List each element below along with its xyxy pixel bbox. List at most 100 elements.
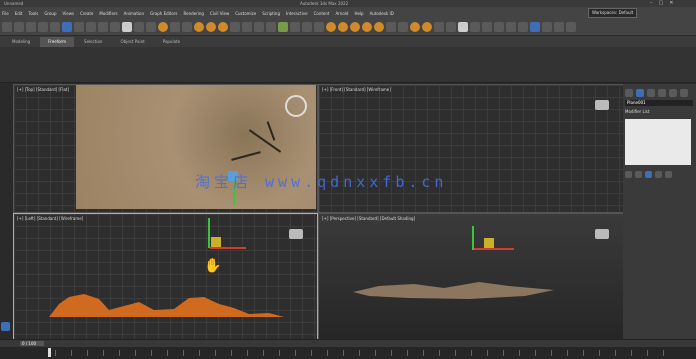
rotate-icon[interactable]: [134, 22, 144, 32]
configure-sets-icon[interactable]: [665, 171, 672, 178]
render-setup-icon[interactable]: [338, 22, 348, 32]
bind-spacewarp-icon[interactable]: [50, 22, 60, 32]
placement-icon[interactable]: [158, 22, 168, 32]
motion-tab-icon[interactable]: [658, 89, 666, 97]
window-crossing-icon[interactable]: [110, 22, 120, 32]
menu-item-help[interactable]: Help: [354, 9, 363, 19]
workspace-selector[interactable]: Workspaces: Default: [588, 8, 637, 18]
modify-tab-icon[interactable]: [636, 89, 644, 97]
show-end-result-icon[interactable]: [635, 171, 642, 178]
viewcube-icon[interactable]: [595, 100, 609, 110]
select-object-icon[interactable]: [74, 22, 84, 32]
viewport-layout-icon[interactable]: [1, 322, 10, 331]
menu-item-graph-editors[interactable]: Graph Editors: [150, 9, 177, 19]
arnold-icon[interactable]: [410, 22, 420, 32]
remove-modifier-icon[interactable]: [655, 171, 662, 178]
menu-item-interactive[interactable]: Interactive: [286, 9, 308, 19]
viewport-label[interactable]: [+] [Perspective] [Standard] [Default Sh…: [322, 216, 415, 221]
viewport-front[interactable]: [+] [Front] [Standard] [Wireframe]: [318, 84, 624, 213]
menu-item-tools[interactable]: Tools: [28, 9, 38, 19]
viewcube-icon[interactable]: [289, 229, 303, 239]
gizmo-y-axis[interactable]: [472, 226, 474, 250]
track-bar[interactable]: [0, 347, 696, 359]
menu-item-civil-view[interactable]: Civil View: [210, 9, 229, 19]
fluid-icon[interactable]: [566, 22, 576, 32]
scene-explorer-icon[interactable]: [470, 22, 480, 32]
civil-view-icon[interactable]: [542, 22, 552, 32]
pivot-center-icon[interactable]: [182, 22, 192, 32]
menu-item-group[interactable]: Group: [44, 9, 56, 19]
menu-item-file[interactable]: File: [2, 9, 9, 19]
selection-filter-icon[interactable]: [62, 22, 72, 32]
menu-item-arnold[interactable]: Arnold: [335, 9, 348, 19]
align-icon[interactable]: [266, 22, 276, 32]
gizmo-y-axis[interactable]: [208, 218, 210, 248]
viewport-label[interactable]: [+] [Top] [Standard] [Flat]: [17, 87, 69, 92]
scale-icon[interactable]: [146, 22, 156, 32]
angle-snap-icon[interactable]: [206, 22, 216, 32]
gizmo-x-axis[interactable]: [474, 248, 514, 250]
ribbon-tab-populate[interactable]: Populate: [155, 37, 188, 47]
link-icon[interactable]: [26, 22, 36, 32]
mirror-icon[interactable]: [254, 22, 264, 32]
percent-snap-icon[interactable]: [218, 22, 228, 32]
gizmo-x-axis[interactable]: [210, 247, 246, 249]
snap-toggle-icon[interactable]: [194, 22, 204, 32]
menu-item-customize[interactable]: Customize: [235, 9, 256, 19]
menu-item-edit[interactable]: Edit: [15, 9, 23, 19]
menu-item-modifiers[interactable]: Modifiers: [99, 9, 117, 19]
move-icon[interactable]: [122, 22, 132, 32]
display-tab-icon[interactable]: [669, 89, 677, 97]
max-creation-graph-icon[interactable]: [554, 22, 564, 32]
viewport-label[interactable]: [+] [Front] [Standard] [Wireframe]: [322, 87, 391, 92]
unlink-icon[interactable]: [38, 22, 48, 32]
make-unique-icon[interactable]: [645, 171, 652, 178]
spinner-snap-icon[interactable]: [230, 22, 240, 32]
named-selection-icon[interactable]: [242, 22, 252, 32]
camera-icon[interactable]: [446, 22, 456, 32]
arnold-render-icon[interactable]: [422, 22, 432, 32]
frame-counter[interactable]: 0 / 100: [20, 341, 44, 346]
object-name-field[interactable]: Plane001: [625, 100, 693, 106]
rendered-frame-icon[interactable]: [350, 22, 360, 32]
undo-icon[interactable]: [2, 22, 12, 32]
help-icon[interactable]: [458, 22, 468, 32]
sweep-icon[interactable]: [494, 22, 504, 32]
select-by-name-icon[interactable]: [86, 22, 96, 32]
modifier-stack[interactable]: [625, 119, 691, 165]
light-icon[interactable]: [434, 22, 444, 32]
menu-item-content[interactable]: Content: [314, 9, 330, 19]
region-select-icon[interactable]: [98, 22, 108, 32]
render-cloud-icon[interactable]: [386, 22, 396, 32]
render-icon[interactable]: [362, 22, 372, 32]
populate-icon[interactable]: [518, 22, 528, 32]
gizmo-plane-handle[interactable]: [484, 238, 494, 248]
menu-item-rendering[interactable]: Rendering: [184, 9, 204, 19]
ribbon-tab-modeling[interactable]: Modeling: [4, 37, 38, 47]
menu-item-animation[interactable]: Animation: [124, 9, 144, 19]
viewcube-icon[interactable]: [595, 229, 609, 239]
menu-item-views[interactable]: Views: [63, 9, 75, 19]
viewcube-compass-icon[interactable]: [285, 95, 307, 117]
render-iterative-icon[interactable]: [374, 22, 384, 32]
viewport-top[interactable]: [+] [Top] [Standard] [Flat]: [13, 84, 318, 213]
freeform-icon[interactable]: [506, 22, 516, 32]
ribbon-tab-freeform[interactable]: Freeform: [40, 37, 75, 47]
menu-item-create[interactable]: Create: [80, 9, 93, 19]
schematic-view-icon[interactable]: [314, 22, 324, 32]
ribbon-tab-object-paint[interactable]: Object Paint: [112, 37, 152, 47]
menu-item-autodesk-id[interactable]: Autodesk ID: [370, 9, 394, 19]
toggle-ribbon-icon[interactable]: [290, 22, 300, 32]
gizmo-plane-handle[interactable]: [211, 237, 221, 247]
utilities-tab-icon[interactable]: [680, 89, 688, 97]
hierarchy-tab-icon[interactable]: [647, 89, 655, 97]
walkthrough-icon[interactable]: [530, 22, 540, 32]
viewport-label[interactable]: [+] [Left] [Standard] [Wireframe]: [17, 216, 83, 221]
modifier-list-dropdown[interactable]: Modifier List: [625, 109, 649, 114]
viewport-perspective[interactable]: [+] [Perspective] [Standard] [Default Sh…: [318, 213, 624, 341]
ribbon-tab-selection[interactable]: Selection: [76, 37, 110, 47]
material-editor-icon[interactable]: [326, 22, 336, 32]
reference-coordinate-icon[interactable]: [170, 22, 180, 32]
time-slider-handle[interactable]: [48, 348, 51, 357]
curve-editor-icon[interactable]: [302, 22, 312, 32]
